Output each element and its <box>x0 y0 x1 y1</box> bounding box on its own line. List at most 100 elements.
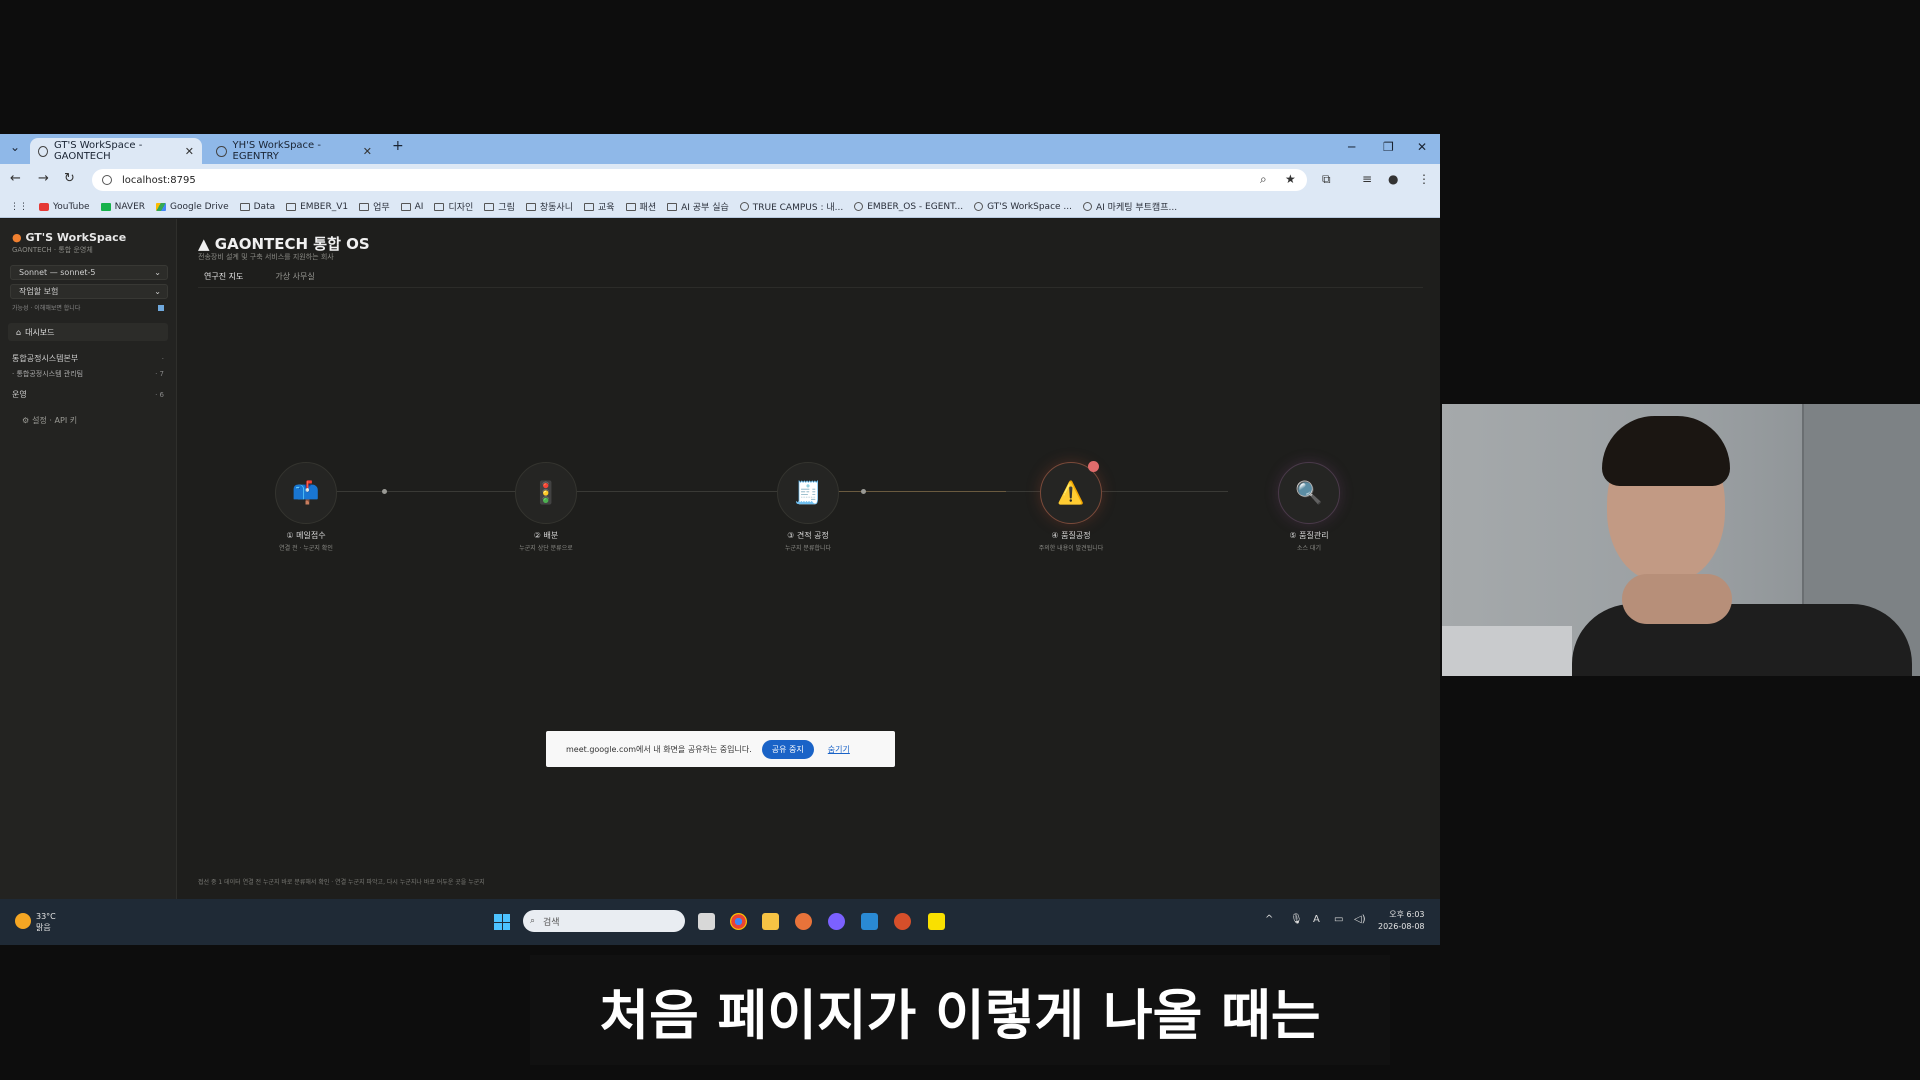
reload-icon[interactable]: ↻ <box>64 171 75 186</box>
media-control-icon[interactable]: ≡ <box>1362 172 1372 186</box>
node-name: ③ 견적 공정 <box>787 531 829 540</box>
kakaotalk-icon[interactable] <box>928 913 945 930</box>
app-icon[interactable] <box>828 913 845 930</box>
bookmark-folder[interactable]: AI <box>400 202 423 212</box>
browser-tab-active[interactable]: GT'S WorkSpace - GAONTECH ✕ <box>30 138 202 164</box>
bookmark-youtube[interactable]: YouTube <box>39 202 90 212</box>
bookmark-star-icon[interactable]: ★ <box>1285 172 1296 186</box>
node-desc: 연결 전 · 누군지 확인 <box>279 545 333 552</box>
mode-note: 가능성 · 이해해보면 합니다 <box>12 305 81 312</box>
tab-virtual-office[interactable]: 가상 사무실 <box>269 269 320 288</box>
notification-dot <box>1088 461 1099 472</box>
sidebar-subtitle: GAONTECH · 통합 운영체 <box>12 246 93 254</box>
windows-start-icon[interactable] <box>494 914 510 930</box>
bookmark-folder[interactable]: 패션 <box>625 200 656 213</box>
chrome-icon[interactable] <box>730 913 747 930</box>
taskbar-search[interactable]: ⌕ 검색 <box>523 910 685 932</box>
bookmark-naver[interactable]: NAVER <box>100 202 145 212</box>
close-icon[interactable]: ✕ <box>363 145 372 158</box>
powerpoint-icon[interactable] <box>894 913 911 930</box>
flow-node-mail-intake[interactable]: 📫 ① 메일접수 연결 전 · 누군지 확인 <box>273 462 339 552</box>
claude-icon[interactable] <box>795 913 812 930</box>
back-icon[interactable]: ← <box>10 171 21 186</box>
bookmark-site[interactable]: GT'S WorkSpace ... <box>974 202 1072 212</box>
network-icon[interactable]: ▭ <box>1334 914 1343 925</box>
app-window: ● GT'S WorkSpace GAONTECH · 통합 운영체 Sonne… <box>0 219 1440 899</box>
bookmark-site[interactable]: TRUE CAMPUS : 내... <box>739 200 843 213</box>
model-select[interactable]: Sonnet — sonnet-5 ⌄ <box>10 265 168 280</box>
browser-tab-strip: ⌄ GT'S WorkSpace - GAONTECH ✕ YH'S WorkS… <box>0 134 1440 164</box>
restore-icon[interactable]: ❐ <box>1383 140 1394 154</box>
close-icon[interactable]: ✕ <box>185 145 194 158</box>
node-name: ⑤ 품질관리 <box>1289 531 1329 540</box>
node-desc: 소스 대기 <box>1297 545 1321 552</box>
chevron-up-icon[interactable]: ^ <box>1265 914 1273 925</box>
share-message: meet.google.com에서 내 화면을 공유하는 중입니다. <box>566 744 752 754</box>
browser-tab[interactable]: YH'S WorkSpace - EGENTRY ✕ <box>208 138 380 164</box>
ime-icon[interactable]: A <box>1313 914 1320 925</box>
profile-avatar-icon[interactable]: ● <box>1388 172 1398 186</box>
tab-research-map[interactable]: 연구진 지도 <box>198 269 250 288</box>
youtube-icon <box>39 202 49 211</box>
apps-grid-icon[interactable]: ⋮⋮ <box>10 202 28 212</box>
folder-icon <box>434 202 445 211</box>
folder-icon <box>484 202 495 211</box>
globe-icon <box>854 202 864 211</box>
naver-icon <box>100 202 111 211</box>
vscode-icon[interactable] <box>861 913 878 930</box>
sidebar-item-dashboard[interactable]: ⌂ 대시보드 <box>8 323 168 341</box>
sun-icon[interactable] <box>15 913 31 929</box>
mic-icon[interactable]: 🎙 <box>1290 914 1303 925</box>
file-explorer-icon[interactable] <box>762 913 779 930</box>
flow-node-quality-process[interactable]: ⚠️ ④ 품질공정 주의한 내용이 발견됩니다 <box>1038 461 1104 552</box>
minimize-icon[interactable]: ─ <box>1348 140 1355 154</box>
webcam-monitor <box>1442 626 1572 676</box>
window-close-icon[interactable]: ✕ <box>1417 140 1427 154</box>
taskbar-clock[interactable]: 오후 6:03 2026-08-08 <box>1378 909 1425 933</box>
bookmark-site[interactable]: EMBER_OS - EGENT... <box>854 202 963 212</box>
stop-sharing-button[interactable]: 공유 중지 <box>761 739 814 759</box>
sidebar-item-settings[interactable]: ⚙ 설정 · API 키 <box>22 415 174 426</box>
bookmark-folder[interactable]: AI 공부 실습 <box>667 200 729 213</box>
flow-node-distribution[interactable]: 🚦 ② 배분 누군지 상단 분류으로 <box>513 462 579 552</box>
tab-search-icon[interactable]: ⌄ <box>10 140 20 154</box>
bookmark-folder[interactable]: 그림 <box>484 200 515 213</box>
flow-node-estimate[interactable]: 🧾 ③ 견적 공정 누군지 분류합니다 <box>775 462 841 552</box>
forward-icon[interactable]: → <box>38 171 49 186</box>
main-content: ▲ GAONTECH 통합 OS 전송장비 설계 및 구축 서비스를 지원하는 … <box>178 219 1440 899</box>
sidebar: ● GT'S WorkSpace GAONTECH · 통합 운영체 Sonne… <box>0 219 177 899</box>
node-desc: 주의한 내용이 발견됩니다 <box>1038 545 1104 552</box>
volume-icon[interactable]: ◁) <box>1354 914 1366 925</box>
extensions-icon[interactable]: ⧉ <box>1322 172 1331 187</box>
new-tab-button[interactable]: + <box>392 138 404 154</box>
zoom-icon[interactable]: ⌕ <box>1260 172 1267 187</box>
mailbox-icon: 📫 <box>275 462 337 524</box>
hide-button[interactable]: 숨기기 <box>828 744 850 755</box>
weather-widget[interactable]: 33°C 맑음 <box>36 911 56 933</box>
address-bar[interactable]: localhost:8795 <box>92 169 1307 191</box>
menu-icon[interactable]: ⋮ <box>1418 172 1430 186</box>
sidebar-item-system-team[interactable]: · 통합공정시스템 관리팀 · 7 <box>12 369 164 379</box>
flow-node-quality-control[interactable]: 🔍 ⑤ 품질관리 소스 대기 <box>1276 462 1342 552</box>
site-info-icon[interactable] <box>102 175 112 185</box>
bookmark-google-drive[interactable]: Google Drive <box>156 202 229 212</box>
sidebar-item-operations[interactable]: 운영 · 6 <box>12 389 164 400</box>
mode-toggle[interactable] <box>158 305 164 311</box>
bookmark-site[interactable]: AI 마케팅 부트캠프... <box>1083 200 1177 213</box>
bookmark-folder[interactable]: Data <box>239 202 275 212</box>
magnifier-icon: 🔍 <box>1278 462 1340 524</box>
bookmark-folder[interactable]: 디자인 <box>434 200 473 213</box>
bookmark-folder[interactable]: 업무 <box>359 200 390 213</box>
chevron-down-icon: ⌄ <box>154 268 161 277</box>
bookmark-folder[interactable]: EMBER_V1 <box>286 202 348 212</box>
screen-share-bar: meet.google.com에서 내 화면을 공유하는 중입니다. 공유 중지… <box>546 731 895 767</box>
bookmark-folder[interactable]: 교육 <box>583 200 615 213</box>
folder-icon <box>667 202 678 211</box>
folder-icon <box>525 202 536 211</box>
webcam-feed <box>1442 404 1920 676</box>
mode-select[interactable]: 작업할 보험 ⌄ <box>10 284 168 299</box>
node-name: ② 배분 <box>533 531 559 540</box>
sidebar-item-system-division[interactable]: 통합공정시스템본부 · <box>12 353 164 364</box>
task-view-icon[interactable] <box>698 913 715 930</box>
bookmark-folder[interactable]: 창동사니 <box>525 200 573 213</box>
